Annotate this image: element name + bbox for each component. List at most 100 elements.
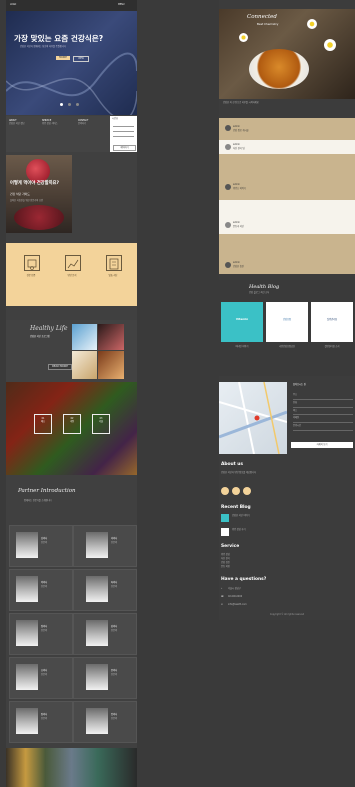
red-section-text: 올바른 식습관을 위한 전문가의 조언 [10,199,43,202]
doctor-card[interactable]: 이의사 전문의 [73,525,137,567]
veg-card: 03 곡물 [92,414,110,434]
avatar [225,262,231,268]
doctor-card[interactable]: 김의사 전문의 [9,525,73,567]
hero-view-button[interactable]: VIEW [73,56,89,62]
social-icon[interactable] [221,487,229,495]
post-list: admin 건강 정보 게시물 admin 식단 관리 팁 admin 영양소 … [219,118,355,278]
carousel-dot[interactable] [68,103,71,106]
post-item[interactable]: admin 식단 관리 팁 [219,140,355,154]
social-icon[interactable] [243,487,251,495]
post-item[interactable]: admin 건강 정보 게시물 [219,118,355,140]
recent-blog-thumb[interactable] [221,514,229,522]
question-item: 서울시 강남구 [228,587,241,590]
info-col-contact: CONTACT 문의하기 [78,119,106,126]
location-title: 찾아오시는 길 [293,383,306,386]
doctor-card[interactable]: 박의사 전문의 [9,569,73,611]
hero-more-button[interactable]: MORE [56,56,70,60]
right-page: Connected Best Chemistry 건강한 차 한 잔으로 하루를… [218,0,355,620]
doctor-photo [16,620,38,646]
promo-title: 건강한 식단 프로그램 [30,335,50,338]
doctor-card[interactable]: 임의사 전문의 [73,701,137,743]
doctor-card[interactable]: 정의사 전문의 [9,613,73,655]
chart-icon [65,255,81,271]
recent-blog-thumb[interactable] [221,528,229,536]
avatar [225,184,231,190]
blog-card[interactable]: Vitamin [221,302,263,342]
doctor-card[interactable]: 강의사 전문의 [73,613,137,655]
post-text: 영양소 이야기 [233,187,246,190]
blog-card-logo: Vitamin [235,317,249,321]
features-band: 전문 인증 영양 분석 맞춤 식단 [6,243,137,306]
certificate-icon [24,255,40,271]
blog-card-text: 국민건강보험공단 [278,345,296,348]
promo-script: Healthy Life [30,325,68,332]
post-text: 식단 관리 팁 [233,147,245,150]
carousel-dot[interactable] [60,103,63,106]
location-button[interactable]: 자세히 보기 [291,442,353,448]
location-row: 이메일 [293,415,353,424]
promo-button[interactable]: READ MORE [48,364,72,370]
doctor-role: 전문의 [111,629,118,632]
recent-blog-title: Recent Blog [221,505,251,510]
doctor-role: 전문의 [111,717,118,720]
veg-label: 과일 [69,419,75,423]
health-blog-subtitle: 건강 블로그 최신 소식 [249,291,270,294]
service-item[interactable]: 운동 처방 [221,565,230,569]
about-title: About us [221,462,244,467]
post-item[interactable]: admin 건강한 습관 [219,234,355,274]
location-icon: ⌖ [221,587,223,590]
red-section-subtitle: 건강 식단 가이드 [10,192,30,196]
left-page: LOGO MENU 가장 맞있는 요즘 건강식은? 건강한 식단과 함께하는 당… [6,0,137,787]
doctor-photo [86,620,108,646]
reserve-button[interactable]: 예약하기 [113,145,136,151]
service-title: Service [221,544,240,549]
phone-icon: ☎ [221,595,224,598]
map-roads [218,381,288,455]
recent-blog-item[interactable]: 건강한 식단 이야기 [232,514,282,518]
question-title: Have a questions? [221,577,267,582]
feature-label: 영양 분석 [67,274,77,277]
logo[interactable]: LOGO [10,3,16,7]
doctor-card[interactable]: 윤의사 전문의 [73,657,137,699]
social-icon[interactable] [232,487,240,495]
doctor-role: 전문의 [41,629,48,632]
red-section-title: 어떻게 먹어야 건강할까요? [10,181,59,186]
carousel-dot[interactable] [76,103,79,106]
hero-section: 가장 맞있는 요즘 건강식은? 건강한 식단과 함께하는 당신의 하루를 응원합… [6,11,137,115]
post-text: 건강 정보 게시물 [233,129,249,132]
question-item: 02-000-0000 [228,595,243,598]
document-icon [106,255,122,271]
post-item[interactable]: admin 영양소 이야기 [219,154,355,200]
doctor-role: 전문의 [111,541,118,544]
intro-text: 건강한 차 한 잔으로 하루를 시작하세요 [223,101,259,104]
health-blog-title: Health Blog [249,284,280,290]
recent-blog-item[interactable]: 영양 상담 후기 [232,528,282,532]
location-rows: 주소 전화 팩스 이메일 운영시간 [293,392,353,431]
hero-title: 가장 맞있는 요즘 건강식은? [14,34,104,43]
tea-script: Connected [247,14,277,20]
blog-card-text: 비타민 이야기 [235,345,249,348]
feature-label: 맞춤 식단 [108,274,118,277]
about-text: 건강한 식단과 영양 정보를 제공합니다 [221,471,256,474]
avatar [225,125,231,131]
health-blog-section: Health Blog 건강 블로그 최신 소식 Vitamin 건강보험 질병… [219,280,355,376]
doctor-card[interactable]: 조의사 전문의 [9,657,73,699]
tea-hero: Connected Best Chemistry [219,9,355,99]
info-col-about: ABOUT 건강한 식단 정보 [9,119,41,126]
info-text: 문의하기 [78,121,87,125]
location-row: 팩스 [293,408,353,416]
feature-label: 전문 인증 [26,274,36,277]
doctor-card[interactable]: 장의사 전문의 [9,701,73,743]
menu-button[interactable]: MENU [118,3,125,7]
hero-subtitle: 건강한 식단과 함께하는 당신의 하루를 응원합니다 [20,45,66,48]
map-widget[interactable] [218,381,288,455]
blog-card-logo: 건강보험 [282,318,292,321]
post-item[interactable]: admin 운동과 식단 [219,200,355,234]
partner-subtitle: 함께하는 전문가를 소개합니다 [24,499,52,502]
doctor-card[interactable]: 최의사 전문의 [73,569,137,611]
blog-card[interactable]: 질병관리청 [311,302,353,342]
doctor-grid: 김의사 전문의 이의사 전문의 박의사 전문의 최의사 전문의 정의사 전문의 … [9,525,137,745]
location-row: 운영시간 [293,423,353,431]
blog-card[interactable]: 건강보험 [266,302,308,342]
promo-section: Healthy Life 건강한 식단 프로그램 READ MORE [6,320,137,382]
